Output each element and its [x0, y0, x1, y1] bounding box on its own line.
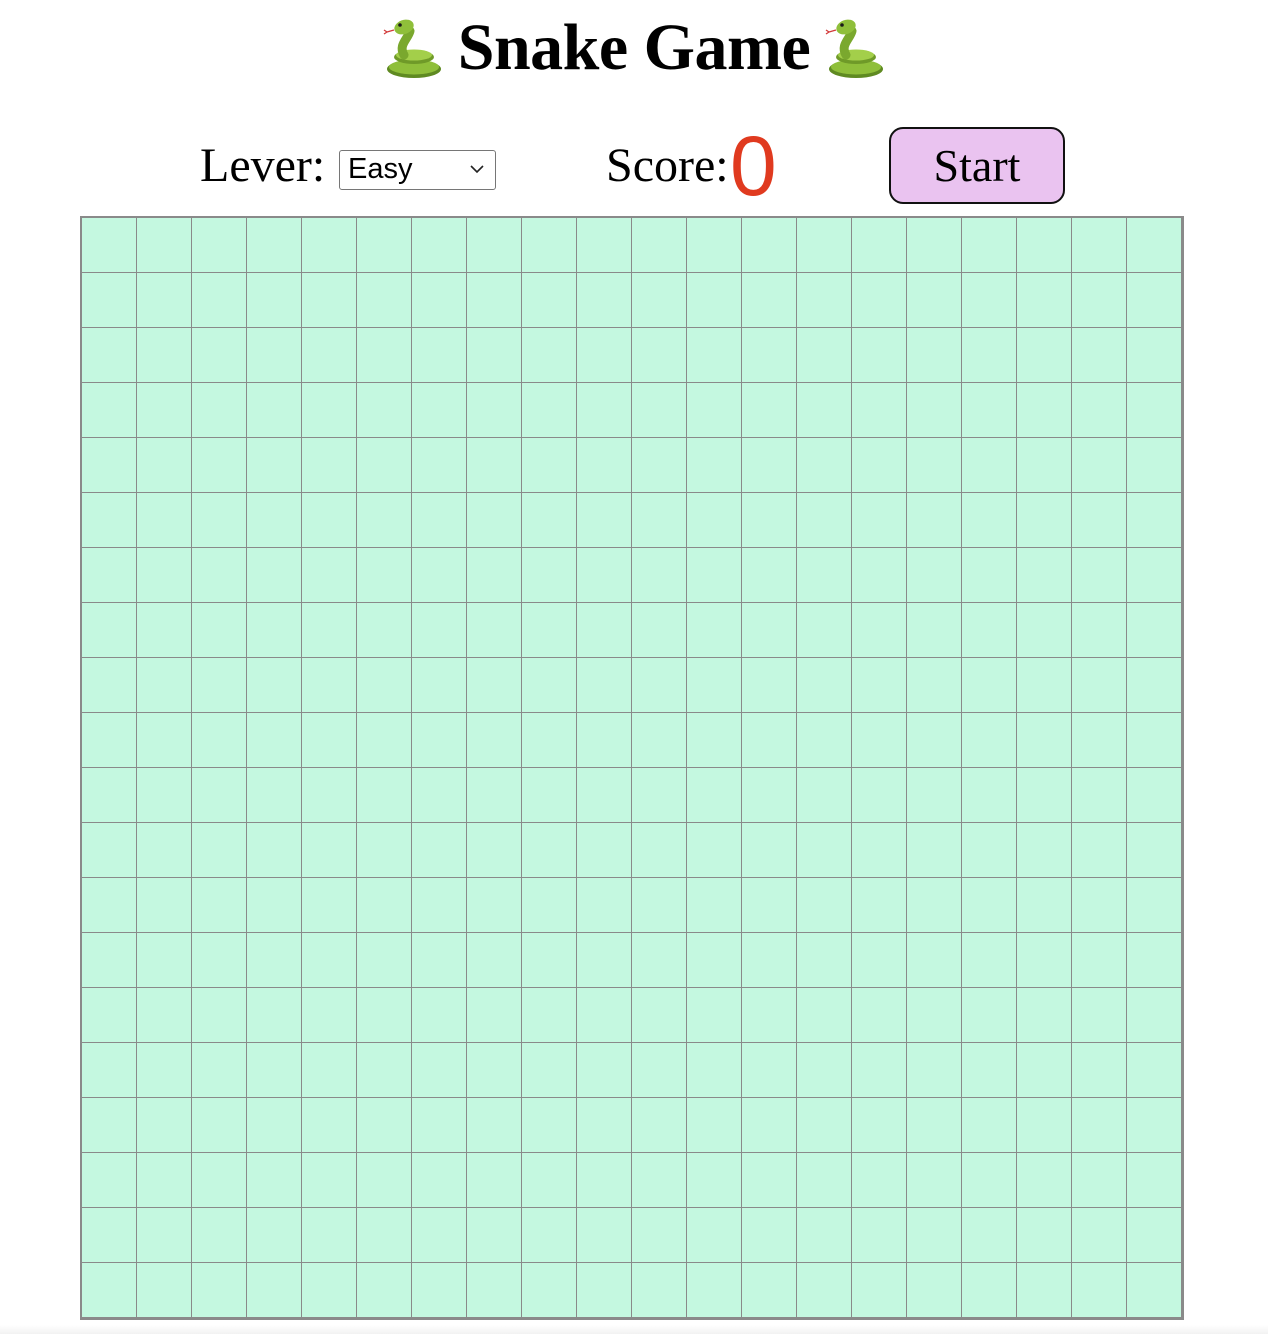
page-header: Snake Game	[0, 8, 1268, 88]
level-select-value: Easy	[348, 153, 413, 185]
chevron-down-icon	[470, 165, 484, 174]
snake-icon	[825, 19, 884, 78]
snake-icon	[383, 19, 441, 78]
start-button[interactable]: Start	[889, 127, 1065, 204]
score-label: Score:	[606, 139, 729, 192]
score-value: 0	[730, 119, 777, 213]
level-select[interactable]: Easy	[339, 150, 496, 190]
game-controls: Lever: Easy Score: 0 Start	[0, 120, 1268, 212]
level-label: Lever:	[200, 139, 326, 192]
window-bottom-edge	[0, 1325, 1268, 1334]
page-title: Snake Game	[457, 11, 811, 84]
game-board[interactable]	[80, 216, 1184, 1320]
